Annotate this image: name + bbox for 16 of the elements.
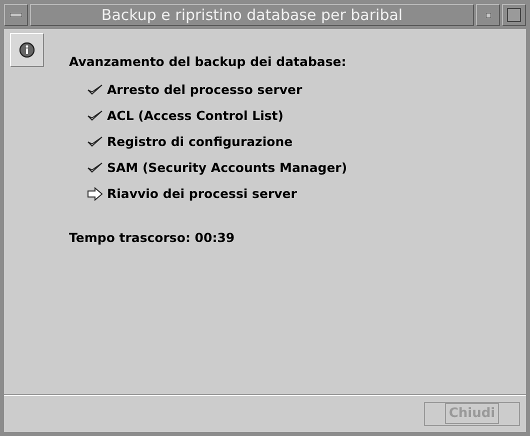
elapsed-time: Tempo trascorso: 00:39 [69,229,236,247]
info-icon [19,42,35,58]
step-label: ACL (Access Control List) [107,106,284,125]
minus-icon [10,13,22,17]
window-menu-button[interactable] [4,4,28,26]
step-label: Riavvio dei processi server [107,184,297,203]
maximize-icon [507,8,521,22]
step-label: Registro di configurazione [107,132,293,151]
minimize-icon [486,12,490,18]
step-label: SAM (Security Accounts Manager) [107,158,348,177]
window-title: Backup e ripristino database per baribal [30,4,474,26]
maximize-button[interactable] [502,4,526,26]
minimize-button[interactable] [476,4,500,26]
progress-heading: Avanzamento del backup dei database: [69,53,348,71]
info-button[interactable] [10,33,44,67]
step-label: Arresto del processo server [107,80,302,99]
